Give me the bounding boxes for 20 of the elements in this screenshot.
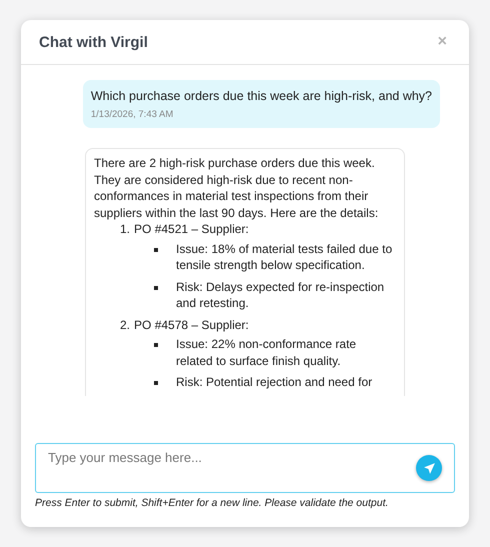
bullet-text: Issue: 18% of material tests failed due to tensile strength below specification.	[176, 240, 394, 274]
close-button[interactable]: ×	[438, 33, 447, 51]
message-text: Which purchase orders due this week are high-risk, and why?	[90, 89, 432, 103]
bullet-text: Risk: Delays expected for re-inspection and retesting.	[176, 278, 386, 312]
bullet-icon	[154, 343, 158, 347]
bullet-text: Issue: 22% non-conformance rate related to surface finish quality.	[176, 336, 358, 369]
message-input[interactable]: Type your message here...	[35, 443, 455, 493]
list-number: 1.	[120, 221, 130, 238]
dialog-title: Chat with Virgil	[39, 34, 148, 50]
list-number: 2.	[120, 316, 130, 333]
message-timestamp: 1/13/2026, 7:43 AM	[90, 109, 174, 120]
message-text: There are 2 high-risk purchase orders due this week. They are considered high-risk due to recent non-conformances in material test inspections from their suppliers within the last 90 days. Here are the details:	[94, 155, 380, 221]
list-item-text: PO #4578 – Supplier:	[134, 316, 249, 333]
input-hint: Press Enter to submit, Shift+Enter for a new line. Please validate the output.	[35, 497, 390, 509]
paper-plane-icon	[422, 462, 436, 474]
bullet-icon	[154, 381, 158, 385]
bullet-icon	[154, 286, 158, 290]
bullet-text: Risk: Potential rejection and need for	[176, 374, 372, 390]
list-item-text: PO #4521 – Supplier:	[134, 221, 249, 238]
bullet-icon	[154, 248, 158, 252]
